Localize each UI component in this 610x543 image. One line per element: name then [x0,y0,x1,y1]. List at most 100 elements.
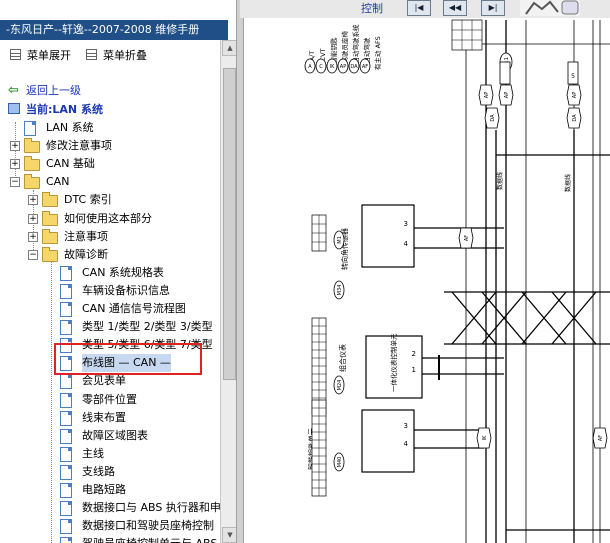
connector-da-text: DA [490,114,496,122]
expand-icon[interactable]: + [28,232,38,242]
tree-item[interactable]: + 修改注意事项 [0,137,220,155]
connector-da-text: DA [572,114,578,122]
tree-item[interactable]: + DTC 索引 [0,191,220,209]
tree-item-label: 线束布置 [82,411,126,424]
document-icon [60,374,72,389]
tree-item-label: 支线路 [82,465,115,478]
tree-item[interactable]: 类型 1/类型 2/类型 3/类型 [0,318,220,336]
folder-icon [24,156,40,171]
tree-item-label: CAN 通信信号流程图 [82,302,186,315]
tree-item-label: CAN [46,175,70,188]
panel-splitter[interactable] [236,0,244,543]
expand-icon[interactable]: + [28,195,38,205]
tree-item-label: 修改注意事项 [46,139,112,152]
expand-menu-button[interactable]: 菜单展开 [10,48,71,64]
tree-item[interactable]: 数据接口与 ABS 执行器和申 [0,499,221,517]
document-icon [60,320,72,335]
highlight-box [54,343,202,375]
tree-item-label: 数据接口与 ABS 执行器和申 [82,501,221,514]
connector-ap-text: AP [572,92,578,98]
folder-icon [42,247,58,262]
tree-item-label: 驾驶员座椅控制单元与 ABS [82,535,217,543]
ecu-box-steering-sensor [361,204,415,268]
legend-code: AP [340,64,346,70]
legend-text: 有主动 AFS [373,36,382,70]
tree-item[interactable]: + CAN 基础 [0,155,220,173]
back-link[interactable]: ⇦ 返回上一级 [8,83,81,99]
document-icon [60,447,72,462]
expand-icon[interactable]: + [10,141,20,151]
collapse-menu-button[interactable]: 菜单折叠 [86,48,147,64]
tree-item-label: 主线 [82,447,104,460]
connector-code: M1 [337,236,343,244]
document-icon [24,121,36,136]
control-label[interactable]: 控制 [361,0,383,16]
computer-icon [8,103,20,114]
document-icon [60,284,72,299]
data-line-label: 数据线 [564,174,572,192]
tree-item[interactable]: 驾驶员座椅控制单元与 ABS [0,535,220,543]
document-icon [60,302,72,317]
tree-item[interactable]: CAN 系统规格表 [0,264,220,282]
twisted-pair [481,291,527,345]
tree-item[interactable]: LAN 系统 [0,119,220,137]
tree-item[interactable]: 数据接口和驾驶员座椅控制 [0,517,220,535]
legend-code: A [308,64,312,70]
tree-item-label: 车辆设备标识信息 [82,284,170,297]
wiring-diagram: 342134转向角传感器组合仪表智能钥匙单元一体化仪表控制单元数据线数据线有 A… [304,19,610,543]
connector-af-text: AF [464,235,470,241]
tree-item[interactable]: + 如何使用这本部分 [0,210,220,228]
legend-code: AF [362,64,368,70]
list-icon [10,49,21,60]
tree-panel: -东风日产--轩逸--2007-2008 维修手册 菜单展开 菜单折叠 ⇦ 返回上… [0,0,238,543]
tree-item[interactable]: − CAN [0,173,220,191]
document-icon [60,501,72,516]
document-icon [60,266,72,281]
legend-code: DA [350,64,358,70]
connector-ap-text: AP [504,92,510,98]
tree-item[interactable]: − 故障诊断 [0,246,220,264]
tree-item[interactable]: CAN 通信信号流程图 [0,300,220,318]
connector-box [499,61,511,85]
tree-item[interactable]: 电路短路 [0,481,220,499]
pin-number: 5 [571,73,575,80]
expand-icon[interactable]: + [10,159,20,169]
list-icon [86,49,97,60]
document-icon [60,483,72,498]
tree-item[interactable]: 支线路 [0,463,220,481]
first-page-button[interactable]: |◀ [407,0,431,16]
tree-item[interactable]: + 注意事项 [0,228,220,246]
legend-code: C [319,64,323,70]
collapse-icon[interactable]: − [28,250,38,260]
folder-icon [42,229,58,244]
document-icon [60,411,72,426]
pin-number: 3 [404,220,408,228]
connector-code: M40 [337,457,343,468]
tree-item[interactable]: 零部件位置 [0,391,220,409]
pin-grid [451,19,483,51]
combination-meter-label: 组合仪表 [338,344,347,372]
manual-title: -东风日产--轩逸--2007-2008 维修手册 [0,20,228,40]
scroll-thumb[interactable] [223,68,236,380]
tree-item[interactable]: 车辆设备标识信息 [0,282,220,300]
back-arrow-icon: ⇦ [8,83,19,98]
tree-item-label: 如何使用这本部分 [64,212,152,225]
tree-item-label: 电路短路 [82,483,126,496]
expand-icon[interactable]: + [28,214,38,224]
tree-item-label: 故障诊断 [64,248,108,261]
document-icon [60,429,72,444]
next-page-button[interactable]: ▶| [481,0,505,16]
tree-item-label: CAN 系统规格表 [82,266,164,279]
tree-item[interactable]: 主线 [0,445,220,463]
current-location: 当前:LAN 系统 [8,102,103,118]
prev-page-button[interactable]: ◀◀ [443,0,467,16]
tree-item-label: 数据接口和驾驶员座椅控制 [82,519,214,532]
tree-scrollbar[interactable]: ▲ ▼ [220,40,238,543]
legend-code: IK [330,64,335,70]
logo-icon [520,0,580,16]
tree-item[interactable]: 故障区域图表 [0,427,220,445]
connector-ap-text: AP [484,92,490,98]
collapse-icon[interactable]: − [10,177,20,187]
tree-item[interactable]: 线束布置 [0,409,220,427]
document-icon [60,465,72,480]
